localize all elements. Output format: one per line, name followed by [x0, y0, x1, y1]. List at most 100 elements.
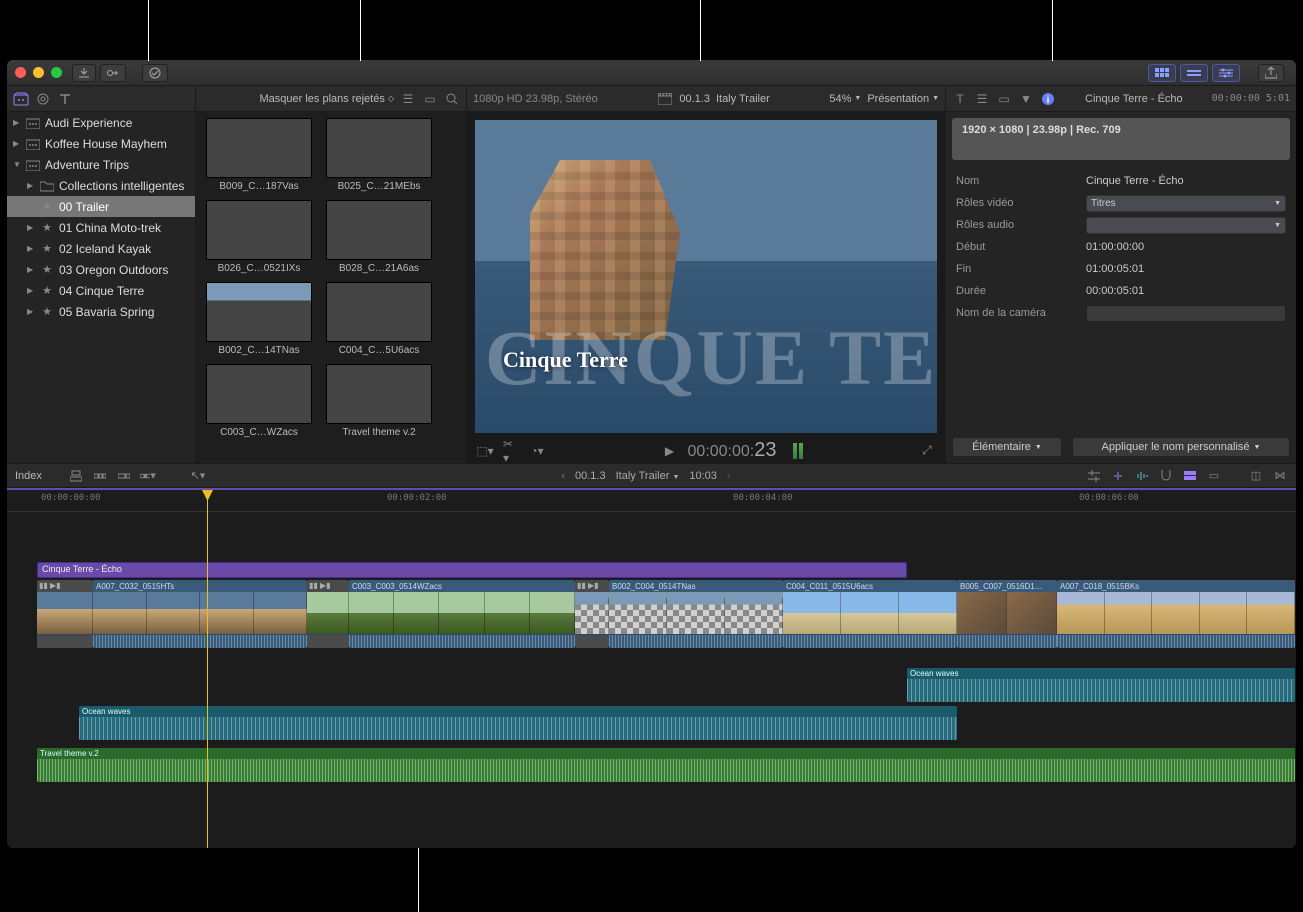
clip-appearance-icon[interactable]: [1182, 468, 1198, 484]
titles-sidebar-icon[interactable]: [57, 91, 73, 107]
share-button[interactable]: [1258, 64, 1284, 82]
browser-clip[interactable]: B028_C…21A6as: [326, 200, 432, 274]
zoom-dropdown[interactable]: 54% ▼: [829, 93, 861, 105]
timeline-video-clip[interactable]: A007_C032_0515HTs: [93, 580, 307, 648]
clip-thumbnail[interactable]: [326, 282, 432, 342]
disclosure-triangle[interactable]: ▶: [27, 223, 35, 232]
info-inspector-icon[interactable]: i: [1040, 91, 1056, 107]
clip-thumbnail[interactable]: [326, 200, 432, 260]
browser-clip[interactable]: C003_C…WZacs: [206, 364, 312, 438]
sidebar-item[interactable]: ▶Audi Experience: [7, 112, 195, 133]
sidebar-item[interactable]: ▶★05 Bavaria Spring: [7, 301, 195, 322]
index-button[interactable]: Index: [15, 470, 42, 482]
fullscreen-icon[interactable]: ⤢: [919, 443, 935, 459]
timeline-video-clip[interactable]: ▮▮ ▶▮: [307, 580, 349, 648]
timeline-nav-forward[interactable]: ›: [727, 470, 731, 482]
timeline-title-clip[interactable]: Cinque Terre - Écho: [37, 562, 907, 578]
retime-tool-icon[interactable]: ✂▾: [503, 443, 519, 459]
sidebar-item[interactable]: ▼Adventure Trips: [7, 154, 195, 175]
clip-thumbnail[interactable]: [206, 282, 312, 342]
timeline-ruler[interactable]: 00:00:00:0000:00:02:0000:00:04:0000:00:0…: [7, 490, 1296, 512]
name-value[interactable]: Cinque Terre - Écho: [1086, 175, 1286, 187]
browser-clip[interactable]: B025_C…21MEbs: [326, 118, 432, 192]
minimize-window[interactable]: [33, 67, 44, 78]
disclosure-triangle[interactable]: ▶: [27, 286, 35, 295]
clip-thumbnail[interactable]: [326, 364, 432, 424]
list-view-icon[interactable]: ☰: [400, 91, 416, 107]
playhead[interactable]: [207, 490, 208, 848]
import-button[interactable]: [72, 64, 96, 82]
toggle-inspector-button[interactable]: [1212, 64, 1240, 82]
disclosure-triangle[interactable]: ▶: [27, 244, 35, 253]
browser-clip[interactable]: C004_C…5U6acs: [326, 282, 432, 356]
clip-thumbnail[interactable]: [206, 118, 312, 178]
timeline-video-clip[interactable]: ▮▮ ▶▮: [575, 580, 609, 648]
library-sidebar-icon[interactable]: [13, 91, 29, 107]
solo-icon[interactable]: [1158, 468, 1174, 484]
text-inspector-icon[interactable]: T: [952, 91, 968, 107]
browser-clip[interactable]: B002_C…14TNas: [206, 282, 312, 356]
audio-skimming-icon[interactable]: [1134, 468, 1150, 484]
skimming-icon[interactable]: [1086, 468, 1102, 484]
view-dropdown[interactable]: Présentation ▼: [867, 93, 939, 105]
timeline-settings-icon[interactable]: ▭: [1206, 468, 1222, 484]
snapping-icon[interactable]: [1110, 468, 1126, 484]
sidebar-item[interactable]: ▶Koffee House Mayhem: [7, 133, 195, 154]
close-window[interactable]: [15, 67, 26, 78]
disclosure-triangle[interactable]: ▶: [27, 265, 35, 274]
timeline[interactable]: 00:00:00:0000:00:02:0000:00:04:0000:00:0…: [7, 488, 1296, 848]
toggle-timeline-button[interactable]: [1180, 64, 1208, 82]
transform-tool-icon[interactable]: ⬚▾: [477, 443, 493, 459]
library-sidebar[interactable]: ▶Audi Experience▶Koffee House Mayhem▼Adv…: [7, 112, 196, 463]
zoom-window[interactable]: [51, 67, 62, 78]
clip-thumbnail[interactable]: [206, 200, 312, 260]
sidebar-item[interactable]: ▶★03 Oregon Outdoors: [7, 259, 195, 280]
filter-dropdown[interactable]: Masquer les plans rejetés ◇: [260, 93, 395, 105]
clip-browser[interactable]: B009_C…187VasB025_C…21MEbsB026_C…0521IXs…: [196, 112, 467, 463]
search-icon[interactable]: [444, 91, 460, 107]
filmstrip-view-icon[interactable]: ▭: [422, 91, 438, 107]
disclosure-triangle[interactable]: ▶: [13, 118, 21, 127]
video-inspector-icon[interactable]: ☰: [974, 91, 990, 107]
connect-clip-icon[interactable]: [68, 468, 84, 484]
timeline-video-clip[interactable]: B002_C004_0514TNas: [609, 580, 783, 648]
clip-thumbnail[interactable]: [206, 364, 312, 424]
background-tasks-button[interactable]: [142, 64, 168, 82]
timeline-video-clip[interactable]: C003_C003_0514WZacs: [349, 580, 575, 648]
timeline-audio-clip[interactable]: Ocean waves: [907, 668, 1295, 702]
browser-clip[interactable]: B026_C…0521IXs: [206, 200, 312, 274]
metadata-view-dropdown[interactable]: Élémentaire ▼: [952, 437, 1062, 457]
timeline-video-clip[interactable]: B005_C007_0516D1…: [957, 580, 1057, 648]
timeline-project-dropdown[interactable]: Italy Trailer ▼: [616, 470, 680, 482]
video-roles-select[interactable]: Titres▼: [1086, 195, 1286, 212]
filter-inspector-icon[interactable]: ▼: [1018, 91, 1034, 107]
timeline-video-clip[interactable]: A007_C018_0515BKs: [1057, 580, 1295, 648]
sidebar-item[interactable]: ▶★02 Iceland Kayak: [7, 238, 195, 259]
browser-clip[interactable]: B009_C…187Vas: [206, 118, 312, 192]
select-tool-icon[interactable]: ↖▾: [190, 468, 206, 484]
enhance-tool-icon[interactable]: ◔▾: [529, 443, 545, 459]
sidebar-item[interactable]: ▶★04 Cinque Terre: [7, 280, 195, 301]
overwrite-clip-icon[interactable]: ▾: [140, 468, 156, 484]
apply-custom-name-dropdown[interactable]: Appliquer le nom personnalisé ▼: [1072, 437, 1290, 457]
disclosure-triangle[interactable]: ▼: [13, 160, 21, 169]
viewer-canvas[interactable]: CINQUE TERRE Cinque Terre: [475, 120, 937, 433]
photos-sidebar-icon[interactable]: [35, 91, 51, 107]
sidebar-item[interactable]: ▶★01 China Moto-trek: [7, 217, 195, 238]
transitions-browser-icon[interactable]: ⋈: [1272, 468, 1288, 484]
timecode-display[interactable]: 00:00:00:23: [688, 439, 777, 462]
sidebar-item[interactable]: ▶Collections intelligentes: [7, 175, 195, 196]
toggle-browser-button[interactable]: [1148, 64, 1176, 82]
sidebar-item[interactable]: ★00 Trailer: [7, 196, 195, 217]
timeline-video-clip[interactable]: ▮▮ ▶▮: [37, 580, 93, 648]
effects-browser-icon[interactable]: ◫: [1248, 468, 1264, 484]
camera-input[interactable]: [1086, 305, 1286, 322]
generator-inspector-icon[interactable]: ▭: [996, 91, 1012, 107]
timeline-audio-clip[interactable]: Travel theme v.2: [37, 748, 1295, 782]
play-button[interactable]: ▶: [662, 443, 678, 459]
timeline-video-clip[interactable]: C004_C011_0515U6acs: [783, 580, 957, 648]
disclosure-triangle[interactable]: ▶: [13, 139, 21, 148]
clip-thumbnail[interactable]: [326, 118, 432, 178]
audio-roles-select[interactable]: ▼: [1086, 217, 1286, 234]
timeline-audio-clip[interactable]: Ocean waves: [79, 706, 957, 740]
